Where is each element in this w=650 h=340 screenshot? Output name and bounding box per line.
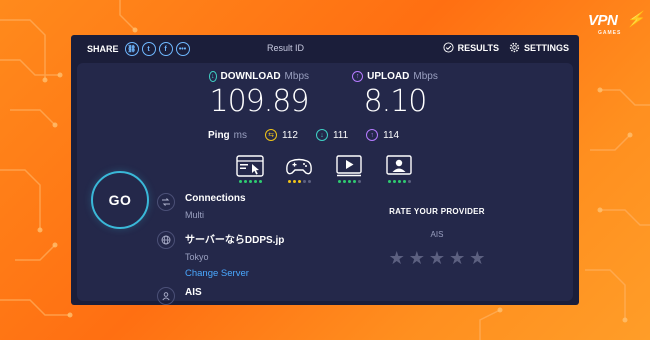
- connections-icon: [157, 193, 175, 211]
- gaming-icon: [286, 158, 312, 175]
- download-value: 109.89: [209, 84, 310, 119]
- download-ping-icon: ↓: [315, 129, 328, 141]
- isp-name: AIS: [185, 287, 202, 298]
- gear-icon: [509, 42, 520, 53]
- upload-label: UPLOAD: [367, 71, 410, 82]
- ping-label: Ping: [208, 129, 230, 141]
- upload-value: 8.10: [363, 84, 428, 119]
- ping-download-value: 111: [332, 129, 349, 141]
- rating-dot: [407, 180, 411, 183]
- rating-dot: [297, 180, 301, 183]
- check-circle-icon: [443, 42, 454, 53]
- ping-idle-value: 112: [282, 129, 298, 141]
- logo-subtext: GAMES: [598, 30, 622, 36]
- share-label: SHARE: [87, 44, 119, 54]
- user-icon: [157, 287, 175, 305]
- result-id-label: Result ID: [267, 43, 305, 53]
- logo-text: VPN: [588, 12, 618, 29]
- streaming-icon: [336, 155, 362, 177]
- ping-unit: ms: [233, 129, 248, 141]
- download-metric: ↓ DOWNLOAD Mbps 109.89: [209, 71, 309, 119]
- download-arrow-icon: ↓: [209, 71, 217, 82]
- rating-dot: [397, 180, 401, 183]
- upload-unit: Mbps: [413, 71, 438, 82]
- browsing-icon: [236, 155, 264, 177]
- settings-button[interactable]: SETTINGS: [509, 42, 569, 53]
- rate-provider: RATE YOUR PROVIDER AIS ★ ★ ★ ★ ★: [357, 207, 517, 267]
- twitter-icon[interactable]: t: [141, 42, 156, 56]
- results-area: ↓ DOWNLOAD Mbps 109.89 ↑ UPLOAD Mbps 8.1…: [77, 63, 573, 305]
- results-label: RESULTS: [457, 42, 499, 53]
- star-icon[interactable]: ★: [409, 249, 425, 267]
- star-icon[interactable]: ★: [449, 249, 465, 267]
- server-name: サーバーならDDPS.jp: [185, 235, 285, 246]
- streaming-rating: [335, 180, 363, 183]
- perf-video-chat: [385, 155, 413, 183]
- bolt-icon: ⚡: [626, 11, 645, 28]
- top-bar: SHARE ⛓ t f ••• Result ID RESULTS SETTIN…: [71, 35, 579, 61]
- idle-ping-icon: ⇆: [265, 129, 278, 141]
- rating-dot: [387, 180, 391, 183]
- rating-dot: [287, 180, 291, 183]
- globe-icon: [157, 231, 175, 249]
- rate-title: RATE YOUR PROVIDER: [389, 207, 485, 216]
- results-button[interactable]: RESULTS: [443, 42, 499, 53]
- upload-metric: ↑ UPLOAD Mbps 8.10: [345, 71, 445, 119]
- rating-dot: [342, 180, 346, 183]
- rating-dot: [248, 180, 252, 183]
- ping-upload: ↑ 114: [366, 129, 399, 141]
- rating-dot: [402, 180, 406, 183]
- rating-dot: [253, 180, 257, 183]
- go-button[interactable]: GO: [91, 171, 149, 229]
- top-nav: RESULTS SETTINGS: [443, 42, 569, 53]
- download-label: DOWNLOAD: [220, 71, 281, 82]
- star-rating: ★ ★ ★ ★ ★: [357, 249, 517, 267]
- video-chat-icon: [386, 155, 412, 175]
- rating-dot: [337, 180, 341, 183]
- more-icon[interactable]: •••: [175, 42, 190, 56]
- rating-dot: [258, 180, 262, 183]
- rating-dot: [238, 180, 242, 183]
- perf-browsing: [236, 155, 264, 183]
- vpn-games-logo: VPN ⚡ GAMES: [588, 11, 645, 42]
- change-server-link[interactable]: Change Server: [185, 268, 284, 279]
- rating-dot: [307, 180, 311, 183]
- rating-dot: [243, 180, 247, 183]
- rating-dot: [352, 180, 356, 183]
- rating-dot: [392, 180, 396, 183]
- perf-streaming: [335, 155, 363, 183]
- download-unit: Mbps: [284, 71, 309, 82]
- star-icon[interactable]: ★: [429, 249, 445, 267]
- upload-arrow-icon: ↑: [352, 71, 364, 82]
- ping-row: Ping ms ⇆ 112 ↓ 111 ↑ 114: [208, 129, 417, 141]
- share-bar: SHARE ⛓ t f •••: [87, 42, 190, 56]
- rating-dot: [347, 180, 351, 183]
- ping-upload-value: 114: [383, 129, 400, 141]
- rating-dot: [292, 180, 296, 183]
- video-chat-rating: [385, 180, 413, 183]
- rating-dot: [357, 180, 361, 183]
- gaming-rating: [285, 180, 313, 183]
- rate-isp: AIS: [430, 230, 444, 239]
- connections-value: Multi: [185, 210, 205, 220]
- facebook-icon[interactable]: f: [158, 42, 173, 56]
- server-location: Tokyo: [185, 252, 209, 262]
- browsing-rating: [236, 180, 264, 183]
- link-icon[interactable]: ⛓: [124, 42, 139, 56]
- ping-download: ↓ 111: [315, 129, 349, 141]
- settings-label: SETTINGS: [523, 42, 569, 53]
- perf-gaming: [285, 155, 313, 183]
- upload-ping-icon: ↑: [366, 129, 379, 141]
- star-icon[interactable]: ★: [389, 249, 405, 267]
- ping-idle: ⇆ 112: [265, 129, 298, 141]
- star-icon[interactable]: ★: [469, 249, 485, 267]
- speedtest-panel: SHARE ⛓ t f ••• Result ID RESULTS SETTIN…: [71, 35, 579, 305]
- connections-title: Connections: [185, 193, 246, 204]
- rating-dot: [302, 180, 306, 183]
